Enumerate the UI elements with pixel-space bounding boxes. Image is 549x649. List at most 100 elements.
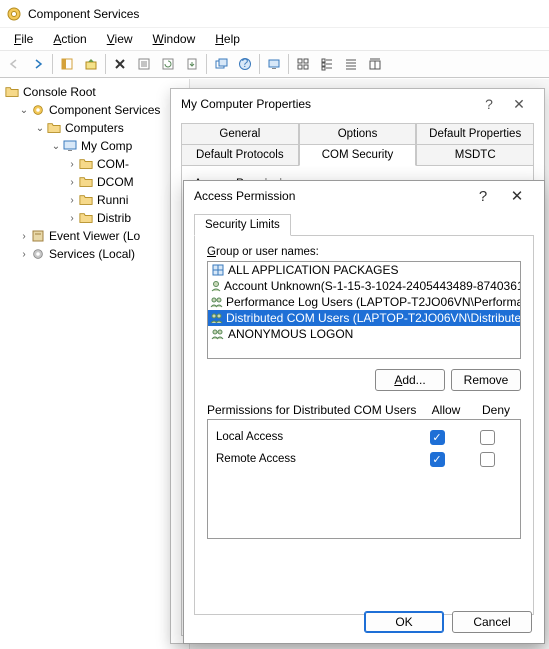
expand-icon[interactable]: › [66, 177, 78, 188]
toolbar-separator [52, 54, 53, 74]
tree-services[interactable]: › Services (Local) [0, 245, 189, 263]
list-item[interactable]: Performance Log Users (LAPTOP-T2JO06VN\P… [208, 294, 520, 310]
users-icon [210, 295, 224, 309]
tree-com-plus[interactable]: › COM- [0, 155, 189, 173]
up-button[interactable] [80, 53, 102, 75]
tree-computers[interactable]: ⌄ Computers [0, 119, 189, 137]
view3-button[interactable] [340, 53, 362, 75]
tree-label: COM- [97, 157, 129, 171]
computer-icon [62, 138, 78, 154]
refresh-button[interactable] [157, 53, 179, 75]
tree-label: Event Viewer (Lo [49, 229, 140, 243]
help-button[interactable]: ? [474, 96, 504, 112]
list-item-label: Performance Log Users (LAPTOP-T2JO06VN\P… [226, 295, 521, 309]
users-icon [210, 327, 226, 341]
group-names-label: Group or user names: [207, 246, 521, 258]
tree-root-label: Console Root [23, 85, 96, 99]
menu-action[interactable]: Action [43, 30, 96, 48]
menu-window[interactable]: Window [143, 30, 206, 48]
toolbar-separator [259, 54, 260, 74]
tree-label: Services (Local) [49, 247, 135, 261]
tree-my-computer[interactable]: ⌄ My Comp [0, 137, 189, 155]
folder-icon [78, 156, 94, 172]
folder-icon [4, 84, 20, 100]
tab-options[interactable]: Options [299, 123, 417, 145]
view2-button[interactable] [316, 53, 338, 75]
cancel-button[interactable]: Cancel [452, 611, 532, 633]
tab-msdtc[interactable]: MSDTC [416, 144, 534, 166]
expand-icon[interactable]: › [66, 159, 78, 170]
properties-button[interactable] [133, 53, 155, 75]
expand-icon[interactable]: › [18, 249, 30, 260]
permission-row: Local Access ✓ [216, 426, 512, 448]
console-tree[interactable]: Console Root ⌄ Component Services ⌄ Comp… [0, 79, 190, 649]
dialog-title: Access Permission [194, 189, 295, 203]
expand-icon[interactable]: ⌄ [18, 105, 30, 116]
list-item-label: ALL APPLICATION PACKAGES [228, 263, 399, 277]
allow-header: Allow [421, 403, 471, 417]
tree-root[interactable]: Console Root [0, 83, 189, 101]
deny-checkbox-local[interactable] [480, 430, 495, 445]
tab-general[interactable]: General [181, 123, 299, 145]
help-button[interactable]: ? [234, 53, 256, 75]
view1-button[interactable] [292, 53, 314, 75]
dialog-titlebar[interactable]: My Computer Properties ? ✕ [171, 89, 544, 119]
delete-button[interactable] [109, 53, 131, 75]
menu-help[interactable]: Help [205, 30, 250, 48]
tree-component-services[interactable]: ⌄ Component Services [0, 101, 189, 119]
remove-button[interactable]: Remove [451, 369, 521, 391]
tab-com-security[interactable]: COM Security [299, 144, 417, 166]
list-item[interactable]: ALL APPLICATION PACKAGES [208, 262, 520, 278]
package-icon [210, 263, 226, 277]
allow-checkbox-remote[interactable]: ✓ [430, 452, 445, 467]
list-item[interactable]: Account Unknown(S-1-15-3-1024-2405443489… [208, 278, 520, 294]
window-title: Component Services [28, 7, 139, 21]
security-limits-body: Group or user names: ALL APPLICATION PAC… [194, 235, 534, 615]
tab-security-limits[interactable]: Security Limits [194, 214, 291, 236]
toolbar-separator [288, 54, 289, 74]
expand-icon[interactable]: › [18, 231, 30, 242]
user-list[interactable]: ALL APPLICATION PACKAGES Account Unknown… [207, 261, 521, 359]
folder-icon [78, 210, 94, 226]
menu-view[interactable]: View [97, 30, 143, 48]
forward-button[interactable] [27, 53, 49, 75]
list-item[interactable]: ANONYMOUS LOGON [208, 326, 520, 342]
gear-icon [30, 246, 46, 262]
toolbar-separator [206, 54, 207, 74]
app-icon [6, 6, 22, 22]
tree-running[interactable]: › Runni [0, 191, 189, 209]
list-item-selected[interactable]: Distributed COM Users (LAPTOP-T2JO06VN\D… [208, 310, 520, 326]
expand-icon[interactable]: › [66, 195, 78, 206]
toolbar-separator [105, 54, 106, 74]
expand-icon[interactable]: ⌄ [50, 141, 62, 152]
computer-button[interactable] [263, 53, 285, 75]
tree-label: DCOM [97, 175, 134, 189]
add-button[interactable]: Add... [375, 369, 445, 391]
tree-dcom[interactable]: › DCOM [0, 173, 189, 191]
menu-file[interactable]: File [4, 30, 43, 48]
expand-icon[interactable]: ⌄ [34, 123, 46, 134]
expand-icon[interactable]: › [66, 213, 78, 224]
allow-checkbox-local[interactable]: ✓ [430, 430, 445, 445]
ok-button[interactable]: OK [364, 611, 444, 633]
tree-distrib[interactable]: › Distrib [0, 209, 189, 227]
view4-button[interactable] [364, 53, 386, 75]
close-button[interactable]: ✕ [504, 96, 534, 113]
permission-name: Remote Access [216, 453, 412, 465]
dialog-titlebar[interactable]: Access Permission ? ✕ [184, 181, 544, 211]
toolbar: ? [0, 50, 549, 78]
show-hide-button[interactable] [56, 53, 78, 75]
new-window-button[interactable] [210, 53, 232, 75]
tab-default-protocols[interactable]: Default Protocols [181, 144, 299, 166]
export-button[interactable] [181, 53, 203, 75]
gear-icon [30, 102, 46, 118]
tab-default-properties[interactable]: Default Properties [416, 123, 534, 145]
list-item-label: Distributed COM Users (LAPTOP-T2JO06VN\D… [226, 311, 521, 325]
tree-label: My Comp [81, 139, 132, 153]
deny-checkbox-remote[interactable] [480, 452, 495, 467]
tree-event-viewer[interactable]: › Event Viewer (Lo [0, 227, 189, 245]
help-button[interactable]: ? [466, 188, 500, 205]
permission-name: Local Access [216, 431, 412, 443]
close-button[interactable]: ✕ [500, 187, 534, 205]
property-tabs: General Options Default Properties Defau… [181, 123, 534, 166]
